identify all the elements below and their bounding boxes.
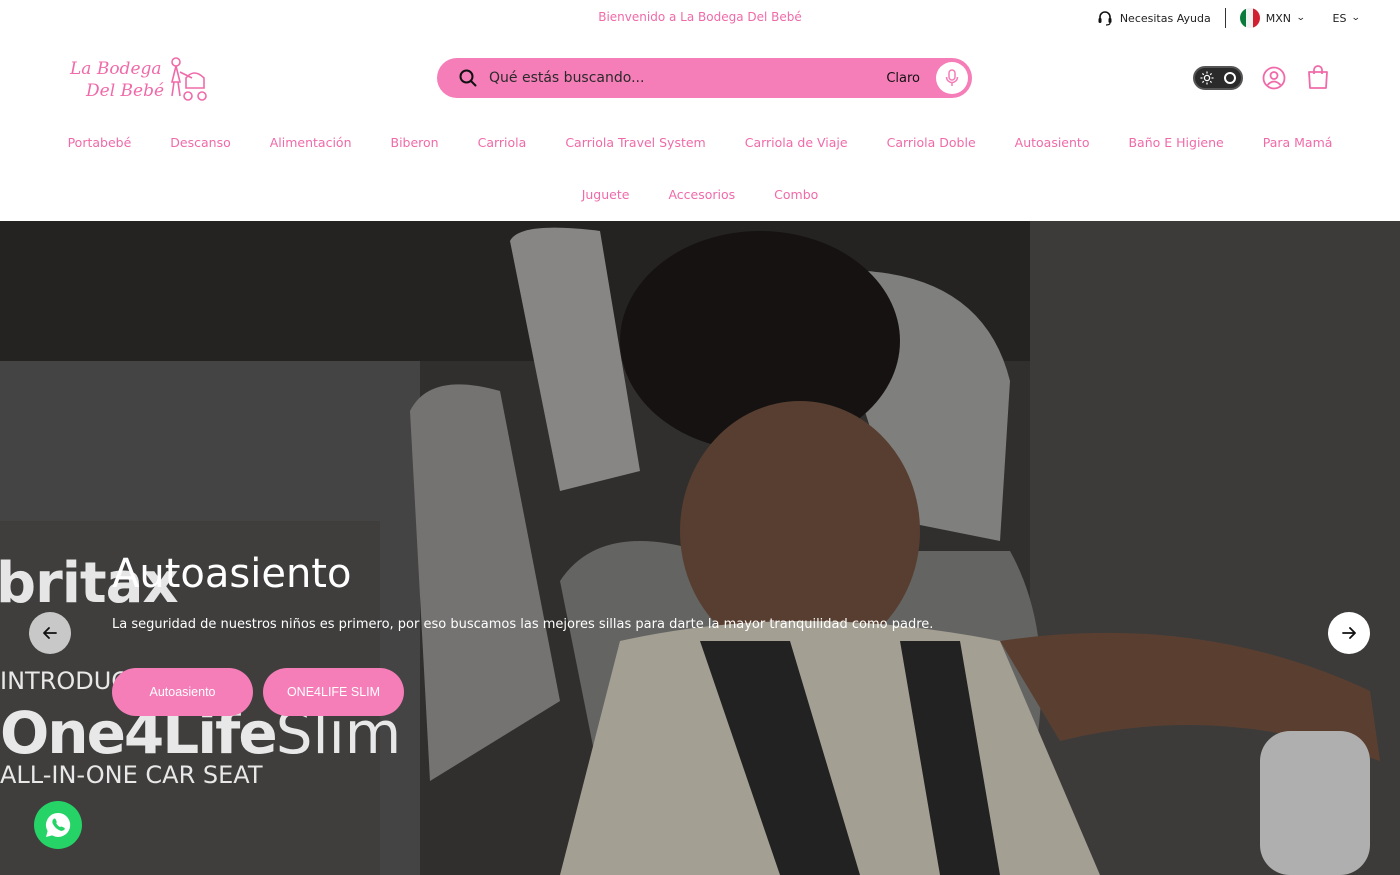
language-label: ES <box>1332 11 1347 25</box>
top-utilities: Necesitas Ayuda MXN ⌄ ES ⌄ <box>1097 8 1362 28</box>
microphone-icon <box>945 69 959 86</box>
nav-item-carriola-doble[interactable]: Carriola Doble <box>867 135 995 150</box>
nav-row-2: Juguete Accesorios Combo <box>0 168 1400 220</box>
top-bar: Bienvenido a La Bodega Del Bebé Necesita… <box>0 0 1400 38</box>
page: Bienvenido a La Bodega Del Bebé Necesita… <box>0 0 1400 875</box>
brand-sub-text: ALL-IN-ONE CAR SEAT <box>0 761 263 789</box>
toggle-knob <box>1224 72 1236 84</box>
language-selector[interactable]: ES ⌄ <box>1332 11 1362 25</box>
voice-search-button[interactable] <box>936 62 968 94</box>
nav-item-biberon[interactable]: Biberon <box>371 135 458 150</box>
hero-primary-button[interactable]: Autoasiento <box>112 668 253 716</box>
main-nav: Portabebé Descanso Alimentación Biberon Carr… <box>0 116 1400 220</box>
slider-prev-button[interactable] <box>29 612 71 654</box>
nav-item-alimentacion[interactable]: Alimentación <box>250 135 371 150</box>
hero-slider: britax INTRODUCING One4LifeSlim ALL-IN-O… <box>0 221 1400 875</box>
cart-button[interactable] <box>1306 64 1330 90</box>
account-button[interactable] <box>1262 66 1286 90</box>
nav-item-combo[interactable]: Combo <box>755 187 838 202</box>
arrow-right-icon <box>1342 627 1356 639</box>
nav-item-carriola-de-viaje[interactable]: Carriola de Viaje <box>725 135 867 150</box>
search-icon <box>459 69 477 87</box>
help-link[interactable]: Necesitas Ayuda <box>1097 10 1211 26</box>
logo-line1: La Bodega <box>69 59 162 79</box>
hero-description: La seguridad de nuestros niños es primer… <box>112 617 934 632</box>
whatsapp-button[interactable] <box>34 801 82 849</box>
nav-item-autoasiento[interactable]: Autoasiento <box>995 135 1109 150</box>
chevron-down-icon: ⌄ <box>1295 13 1306 23</box>
user-icon <box>1262 66 1286 90</box>
nav-item-accesorios[interactable]: Accesorios <box>649 187 755 202</box>
nav-item-bano-e-higiene[interactable]: Baño E Higiene <box>1109 135 1243 150</box>
search-bar[interactable]: Claro <box>437 58 972 98</box>
logo-graphic: La Bodega Del Bebé <box>69 57 207 101</box>
slider-next-button[interactable] <box>1328 612 1370 654</box>
divider <box>1224 8 1226 28</box>
nav-row-1: Portabebé Descanso Alimentación Biberon Carr… <box>0 116 1400 168</box>
search-input[interactable] <box>489 70 869 86</box>
currency-label: MXN <box>1265 11 1291 25</box>
nav-item-para-mama[interactable]: Para Mamá <box>1243 135 1352 150</box>
theme-toggle[interactable] <box>1193 66 1243 90</box>
nav-item-juguete[interactable]: Juguete <box>562 187 649 202</box>
whatsapp-icon <box>45 812 71 837</box>
arrow-left-icon <box>43 627 57 639</box>
nav-item-carriola[interactable]: Carriola <box>458 135 546 150</box>
hero-title: Autoasiento <box>112 551 352 597</box>
chevron-down-icon: ⌄ <box>1351 13 1362 23</box>
currency-selector[interactable]: MXN ⌄ <box>1239 8 1306 28</box>
nav-item-carriola-travel-system[interactable]: Carriola Travel System <box>546 135 725 150</box>
headset-icon <box>1098 11 1112 26</box>
sun-icon <box>1200 71 1214 85</box>
help-label: Necesitas Ayuda <box>1119 11 1211 25</box>
shopping-bag-icon <box>1308 65 1328 89</box>
search-mode-label[interactable]: Claro <box>886 71 920 86</box>
nav-item-descanso[interactable]: Descanso <box>151 135 250 150</box>
nav-item-portabebe[interactable]: Portabebé <box>48 135 151 150</box>
hero-secondary-button[interactable]: ONE4LIFE SLIM <box>263 668 404 716</box>
logo-line2: Del Bebé <box>85 81 164 101</box>
mexico-flag-icon <box>1239 8 1260 28</box>
site-logo[interactable]: La Bodega Del Bebé <box>68 52 210 104</box>
